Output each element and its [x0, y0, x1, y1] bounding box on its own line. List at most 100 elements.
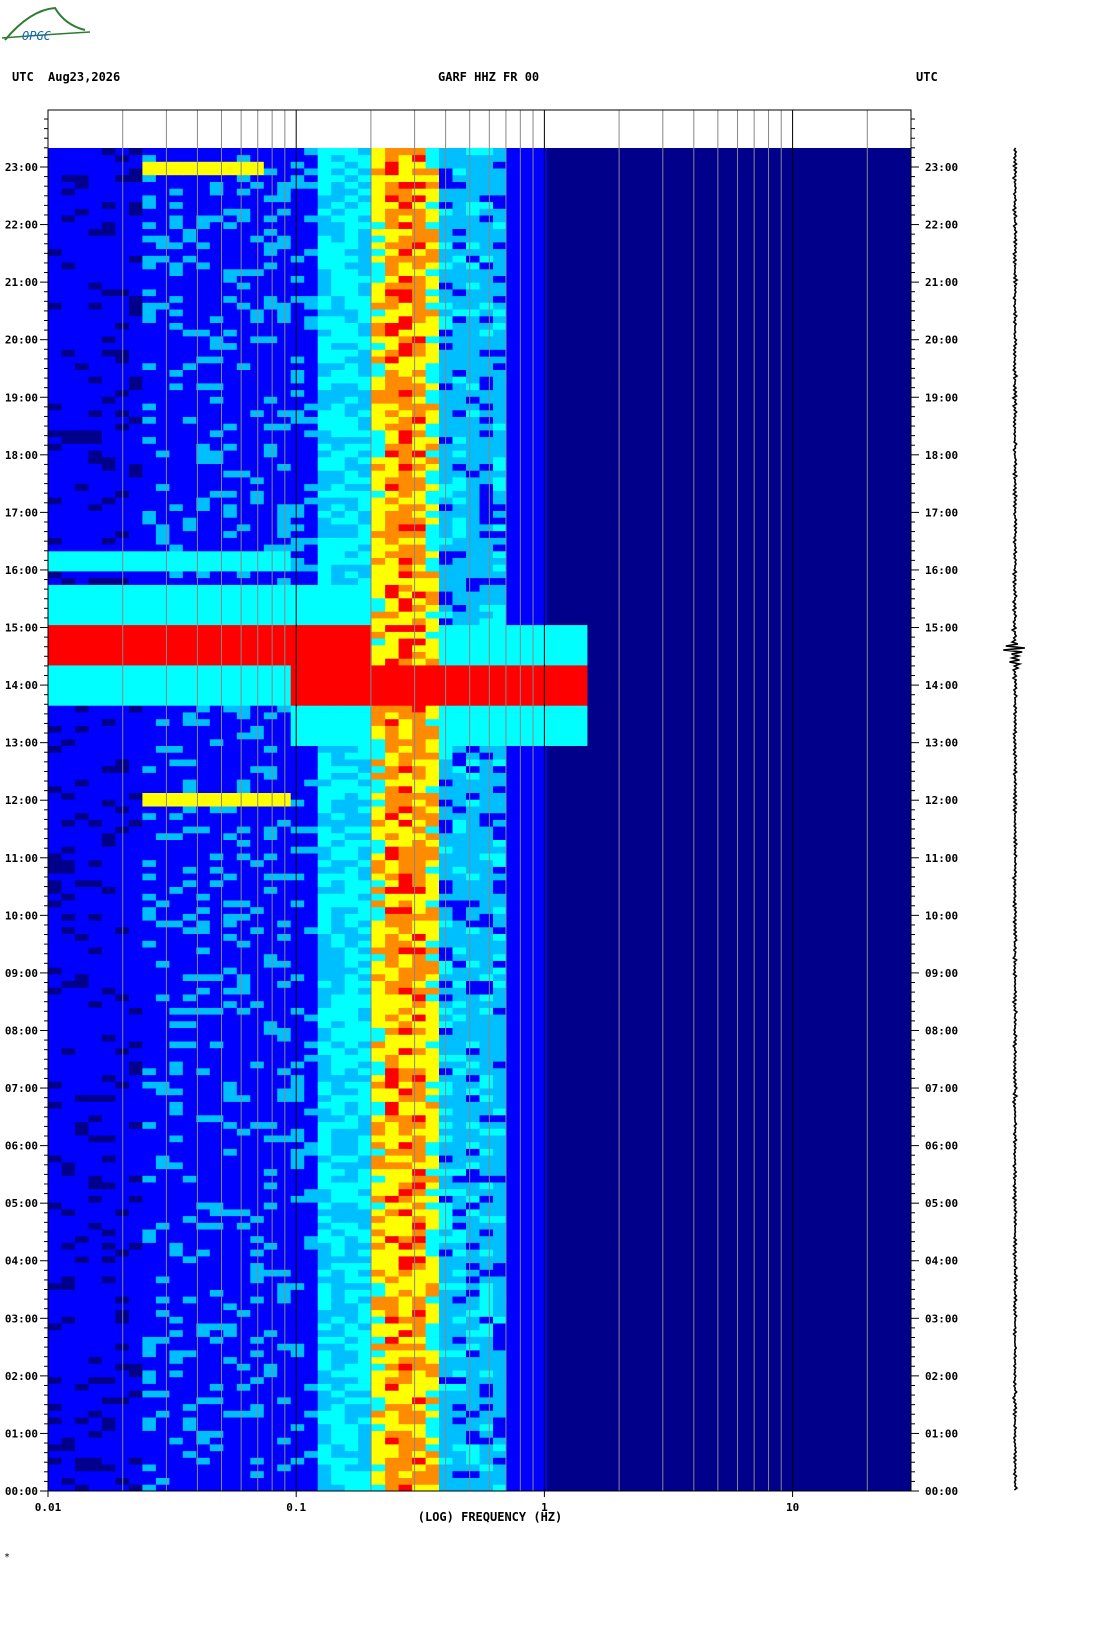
heatmap-cell — [101, 1450, 116, 1458]
heatmap-cell — [857, 1303, 871, 1311]
heatmap-cell — [762, 1054, 777, 1062]
heatmap-cell — [546, 1202, 561, 1210]
heatmap-cell — [466, 1309, 480, 1317]
heatmap-cell — [493, 967, 507, 975]
heatmap-cell — [61, 1054, 76, 1062]
heatmap-cell — [614, 1390, 629, 1398]
heatmap-cell — [803, 1202, 817, 1210]
heatmap-cell — [668, 1148, 683, 1156]
heatmap-cell — [304, 1162, 319, 1170]
heatmap-cell — [61, 1020, 76, 1028]
heatmap-cell — [668, 1470, 683, 1478]
heatmap-cell — [317, 1235, 332, 1243]
heatmap-cell — [695, 1450, 710, 1458]
heatmap-cell — [61, 1235, 76, 1243]
heatmap-cell — [789, 1081, 804, 1089]
heatmap-cell — [128, 1054, 143, 1062]
heatmap-cell — [182, 1477, 197, 1485]
heatmap-cell — [236, 1269, 251, 1277]
heatmap-cell — [789, 1323, 804, 1331]
heatmap-cell — [493, 1074, 507, 1082]
heatmap-cell — [182, 1329, 197, 1337]
heatmap-cell — [371, 1081, 386, 1089]
heatmap-cell — [627, 1323, 642, 1331]
heatmap-cell — [142, 1256, 157, 1264]
heatmap-cell — [573, 1343, 588, 1351]
heatmap-cell — [560, 1269, 575, 1277]
heatmap-cell — [317, 1376, 332, 1384]
heatmap-cell — [331, 1336, 346, 1344]
heatmap-cell — [263, 1034, 278, 1042]
heatmap-cell — [897, 1222, 912, 1230]
heatmap-cell — [830, 1444, 844, 1452]
heatmap-cell — [573, 1370, 588, 1378]
heatmap-cell — [520, 1188, 534, 1196]
heatmap-cell — [398, 1141, 413, 1149]
heatmap-cell — [371, 1370, 386, 1378]
heatmap-cell — [506, 1007, 521, 1015]
heatmap-cell — [546, 980, 561, 988]
heatmap-cell — [236, 1450, 251, 1458]
heatmap-cell — [425, 1470, 440, 1478]
heatmap-cell — [371, 1363, 386, 1371]
heatmap-cell — [573, 1135, 588, 1143]
heatmap-cell — [762, 1256, 777, 1264]
heatmap-cell — [843, 987, 858, 995]
heatmap-cell — [128, 1047, 143, 1055]
heatmap-cell — [128, 1222, 143, 1230]
heatmap-cell — [371, 1309, 386, 1317]
heatmap-cell — [385, 1229, 399, 1237]
heatmap-cell — [830, 1437, 844, 1445]
heatmap-cell — [169, 1121, 184, 1129]
heatmap-cell — [290, 1410, 305, 1418]
heatmap-cell — [196, 1242, 211, 1250]
heatmap-cell — [546, 1303, 561, 1311]
heatmap-cell — [88, 1262, 103, 1270]
heatmap-cell — [304, 1229, 319, 1237]
heatmap-cell — [870, 1303, 885, 1311]
heatmap-cell — [560, 1168, 575, 1176]
heatmap-cell — [398, 1229, 413, 1237]
heatmap-cell — [654, 1202, 669, 1210]
heatmap-cell — [142, 1088, 157, 1096]
heatmap-cell — [128, 1249, 143, 1257]
heatmap-cell — [843, 1182, 858, 1190]
heatmap-cell — [762, 1034, 777, 1042]
heatmap-cell — [452, 1457, 467, 1465]
heatmap-cell — [196, 1484, 211, 1492]
heatmap-cell — [277, 1215, 292, 1223]
heatmap-cell — [600, 1410, 615, 1418]
heatmap-cell — [88, 1363, 103, 1371]
heatmap-cell — [101, 1175, 116, 1183]
heatmap-cell — [857, 1329, 871, 1337]
heatmap-cell — [762, 1101, 777, 1109]
heatmap-cell — [101, 1222, 116, 1230]
heatmap-cell — [722, 1215, 737, 1223]
heatmap-cell — [816, 1450, 831, 1458]
heatmap-cell — [573, 1229, 588, 1237]
heatmap-cell — [762, 1363, 777, 1371]
heatmap-cell — [331, 1249, 346, 1257]
heatmap-cell — [897, 1397, 912, 1405]
heatmap-cell — [290, 1020, 305, 1028]
heatmap-cell — [668, 1155, 683, 1163]
heatmap-cell — [830, 1215, 844, 1223]
heatmap-cell — [627, 967, 642, 975]
heatmap-cell — [236, 1229, 251, 1237]
heatmap-cell — [61, 1202, 76, 1210]
heatmap-cell — [101, 1128, 116, 1136]
heatmap-cell — [560, 1101, 575, 1109]
heatmap-cell — [48, 1027, 62, 1035]
heatmap-cell — [88, 1215, 103, 1223]
heatmap-cell — [182, 1229, 197, 1237]
heatmap-cell — [290, 1350, 305, 1358]
heatmap-cell — [48, 1202, 62, 1210]
heatmap-cell — [371, 1256, 386, 1264]
heatmap-cell — [776, 1457, 791, 1465]
heatmap-cell — [142, 1276, 157, 1284]
heatmap-cell — [425, 1249, 440, 1257]
heatmap-cell — [128, 1276, 143, 1284]
heatmap-cell — [48, 1343, 62, 1351]
heatmap-cell — [304, 1329, 319, 1337]
heatmap-cell — [317, 1094, 332, 1102]
